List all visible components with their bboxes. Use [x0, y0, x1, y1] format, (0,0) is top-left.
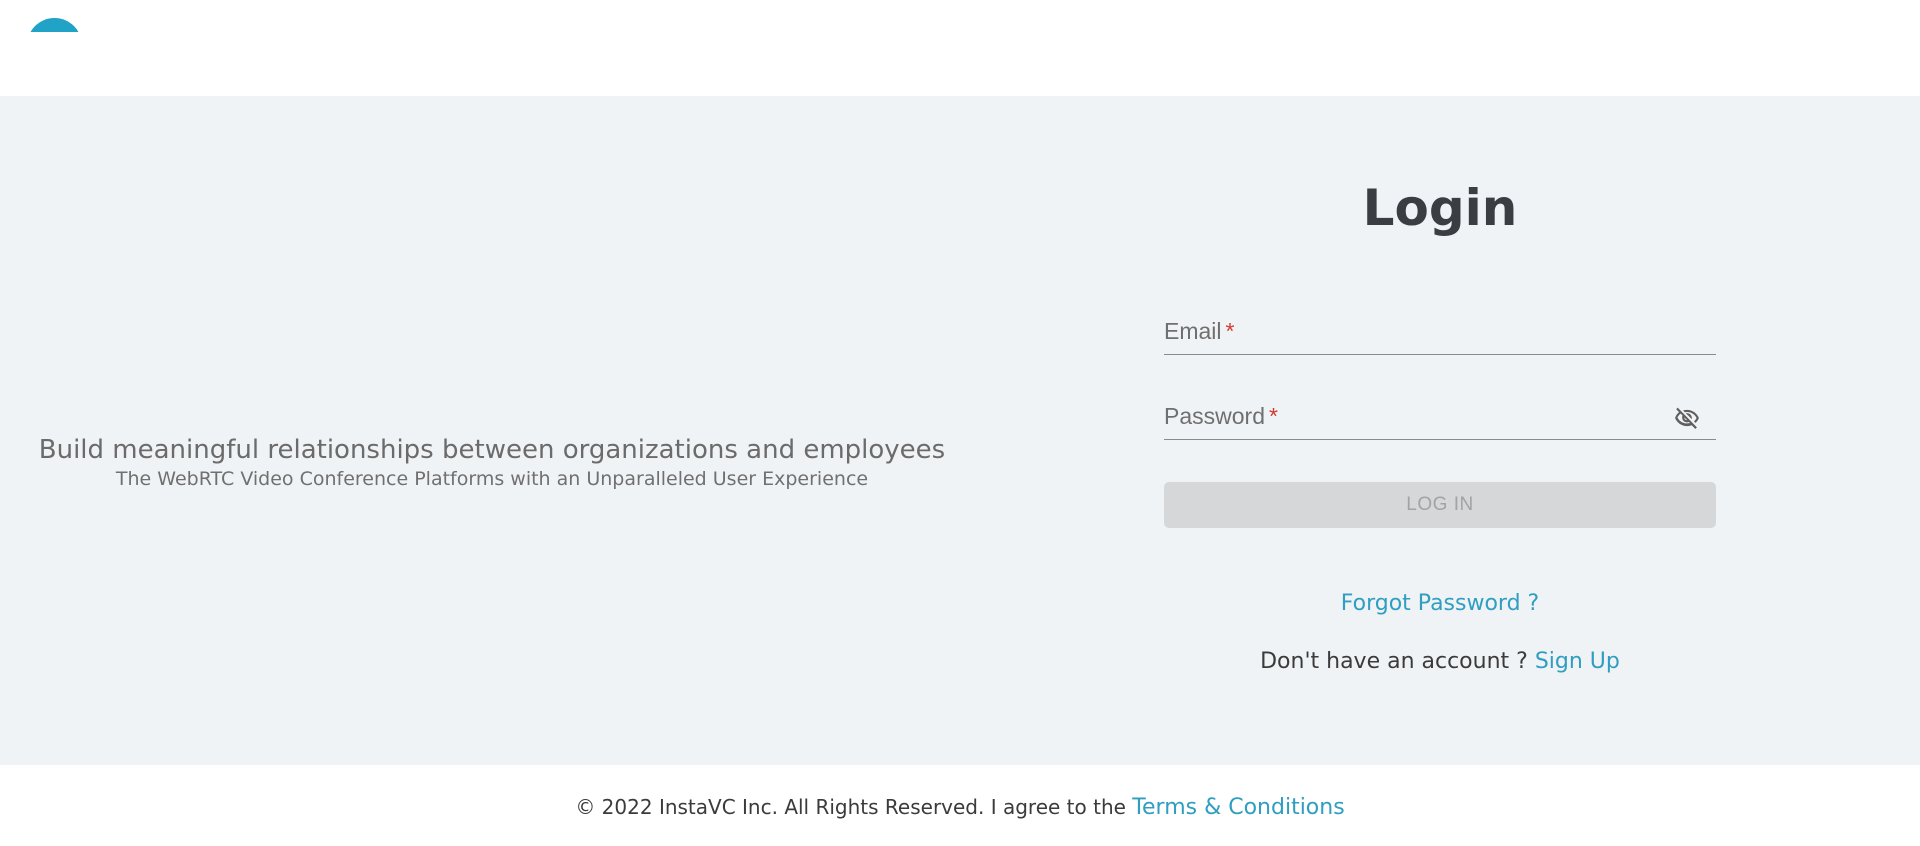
no-account-text: Don't have an account ? [1260, 649, 1528, 674]
password-field[interactable]: Password * [1164, 395, 1720, 441]
login-panel: Login Email * Password * LOG IN Forgot Pas… [1164, 96, 1720, 765]
login-button[interactable]: LOG IN [1164, 482, 1716, 528]
email-input[interactable] [1164, 310, 1720, 356]
footer: © 2022 InstaVC Inc. All Rights Reserved.… [0, 765, 1920, 846]
login-title: Login [1362, 179, 1518, 237]
main-section: Build meaningful relationships between o… [0, 96, 1920, 765]
signup-prompt: Don't have an account ? Sign Up [1164, 648, 1716, 676]
eye-off-icon[interactable] [1672, 405, 1702, 431]
hero-subtitle: The WebRTC Video Conference Platforms wi… [115, 468, 869, 490]
footer-text: © 2022 InstaVC Inc. All Rights Reserved.… [0, 793, 1920, 822]
instavc-logo-icon[interactable] [27, 18, 82, 32]
forgot-password-link[interactable]: Forgot Password ? [1164, 590, 1716, 618]
hero-tagline: Build meaningful relationships between o… [0, 433, 984, 491]
header [0, 0, 1920, 96]
copyright-text: © 2022 InstaVC Inc. All Rights Reserved.… [575, 795, 1126, 819]
password-input[interactable] [1164, 395, 1720, 441]
logo-shape [27, 18, 82, 32]
hero-title: Build meaningful relationships between o… [38, 435, 946, 465]
email-field[interactable]: Email * [1164, 310, 1720, 356]
signup-link[interactable]: Sign Up [1535, 649, 1620, 674]
terms-link[interactable]: Terms & Conditions [1132, 795, 1344, 820]
